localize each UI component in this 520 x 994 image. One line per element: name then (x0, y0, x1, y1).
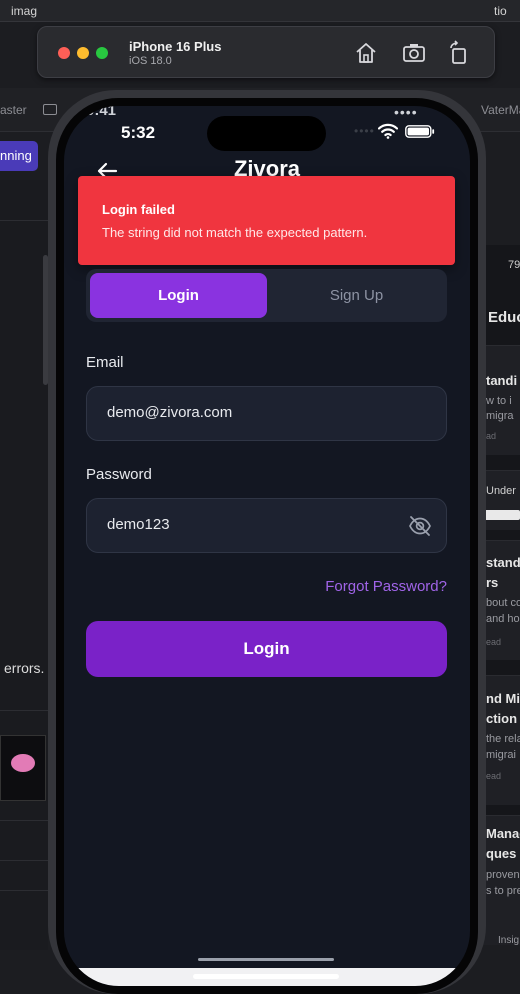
bg-card-sub: the rela (486, 733, 520, 745)
folder-icon (43, 104, 57, 115)
email-value[interactable]: demo@zivora.com (107, 404, 232, 421)
eye-off-icon[interactable] (408, 514, 432, 538)
bg-card-sub: w to i (486, 395, 512, 407)
bg-card-title: Under (486, 485, 516, 497)
bg-bookmark-left[interactable]: aster (0, 103, 27, 117)
bg-article-card[interactable] (482, 470, 520, 530)
ghost-status-time: 9:41 (86, 106, 117, 119)
bg-card-read: ead (486, 637, 502, 647)
simulator-device-name: iPhone 16 Plus (129, 39, 222, 54)
bg-card-title: ction (486, 711, 518, 726)
cellular-signal-icon: •••• (354, 124, 375, 138)
toast-title: Login failed (102, 202, 175, 217)
email-label: Email (86, 354, 124, 371)
close-window-button[interactable] (58, 47, 70, 59)
bg-card-title: ques (486, 846, 517, 861)
bg-card-sub: proven (486, 869, 520, 881)
bg-card-sub: bout co (486, 597, 520, 609)
bg-insights-tab[interactable]: Insig (498, 935, 519, 945)
login-button[interactable]: Login (86, 621, 447, 677)
bg-card-sub: and ho (486, 613, 520, 625)
email-field[interactable]: demo@zivora.com (86, 386, 447, 441)
ghost-signal-icon: •••• (394, 106, 418, 120)
bg-thumbnail-image[interactable] (0, 735, 46, 801)
bg-card-read: ad (486, 431, 497, 441)
bg-errors-text: errors. (4, 660, 45, 676)
rotate-icon[interactable] (446, 40, 472, 66)
zoom-window-button[interactable] (96, 47, 108, 59)
screenshot-icon[interactable] (401, 40, 427, 66)
bg-card-sub: migrai (486, 749, 516, 761)
password-label: Password (86, 466, 152, 483)
bg-top-right-text: tio (494, 4, 507, 18)
background-left-panel (0, 180, 48, 950)
bg-right-number: 79 (508, 259, 520, 271)
bg-card-title: nd Mig (486, 691, 520, 706)
forgot-password-link[interactable]: Forgot Password? (325, 578, 447, 595)
background-right-panel: 79 Educ tandi w to i migra ad Under stan… (482, 245, 520, 945)
bg-bookmark-right[interactable]: VaterMark (481, 103, 520, 117)
bg-card-read: ead (486, 771, 502, 781)
bg-scanning-button[interactable]: nning (0, 141, 38, 171)
dynamic-island (207, 116, 326, 151)
bg-top-left-text: imag (11, 4, 38, 18)
bg-card-title: standi (486, 555, 520, 570)
auth-tab-switch: Login Sign Up (86, 269, 447, 322)
tab-login[interactable]: Login (90, 273, 267, 318)
home-indicator[interactable] (193, 974, 339, 979)
password-field[interactable]: demo123 (86, 498, 447, 553)
battery-icon (405, 125, 435, 138)
simulator-os-version: iOS 18.0 (129, 55, 172, 67)
minimize-window-button[interactable] (77, 47, 89, 59)
bg-card-sub: s to pre (486, 885, 520, 897)
status-bar-time: 5:32 (121, 123, 156, 142)
error-toast[interactable]: Login failed The string did not match th… (78, 176, 455, 265)
wifi-icon (378, 123, 398, 139)
tab-signup[interactable]: Sign Up (270, 273, 443, 318)
toast-message: The string did not match the expected pa… (102, 225, 368, 240)
bg-card-sub: migra (486, 410, 514, 422)
bg-card-title: tandi (486, 373, 518, 388)
password-value[interactable]: demo123 (107, 516, 170, 533)
bg-progress-bar (484, 510, 520, 520)
ghost-home-indicator (198, 958, 334, 961)
home-icon[interactable] (353, 40, 379, 66)
simulator-titlebar[interactable]: iPhone 16 Plus iOS 18.0 (37, 26, 495, 78)
phone-screen: 9:41 •••• 5:32 •••• Zivora Login failed … (64, 106, 470, 986)
background-top-strip: imag tio (0, 0, 520, 22)
bg-right-header: Educ (488, 309, 520, 326)
bg-card-title: Manag (486, 826, 520, 841)
bg-card-title: rs (486, 575, 499, 590)
